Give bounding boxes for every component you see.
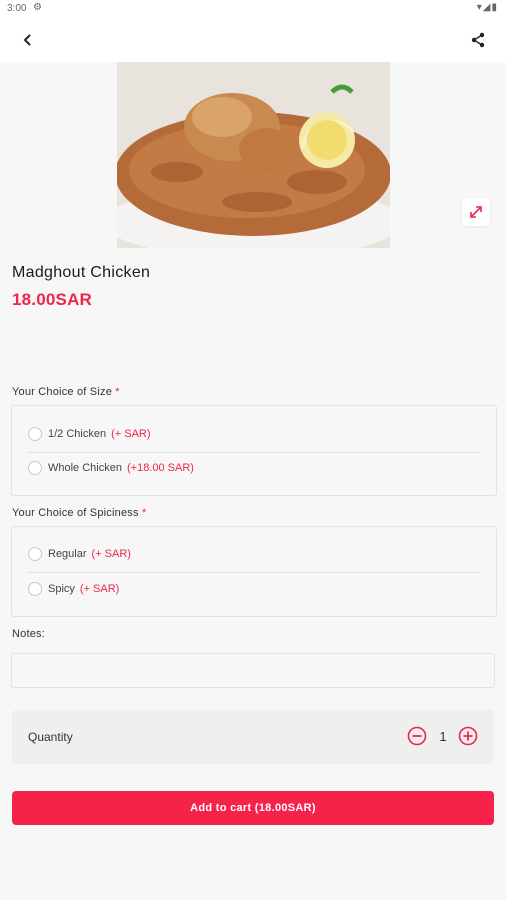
plus-circle-icon [458, 726, 478, 746]
share-icon [471, 32, 485, 48]
quantity-label: Quantity [28, 730, 73, 744]
option-price: (+18.00 SAR) [126, 462, 194, 474]
radio-button[interactable] [28, 582, 42, 596]
status-time: 3:00 [7, 3, 27, 14]
share-button[interactable] [468, 30, 488, 50]
option-label: Spicy [48, 583, 75, 595]
quantity-value: 1 [439, 729, 447, 744]
size-option-half[interactable]: 1/2 Chicken (+ SAR) [28, 419, 480, 449]
minus-circle-icon [407, 726, 427, 746]
required-mark: * [141, 507, 147, 519]
product-image [117, 62, 390, 248]
product-title: Madghout Chicken [12, 264, 151, 281]
size-option-whole[interactable]: Whole Chicken (+18.00 SAR) [28, 453, 480, 483]
wifi-battery-icon: ▾◢▮ [476, 2, 498, 13]
option-price: (+ SAR) [79, 583, 120, 595]
add-to-cart-button[interactable]: Add to cart (18.00SAR) [12, 791, 494, 825]
option-label: Regular [48, 548, 87, 560]
spiciness-label-text: Your Choice of Spiciness [12, 507, 139, 519]
spiciness-option-regular[interactable]: Regular (+ SAR) [28, 539, 480, 569]
option-label: Whole Chicken [48, 462, 122, 474]
required-mark: * [115, 386, 120, 398]
decrease-quantity-button[interactable] [407, 726, 427, 746]
notes-input[interactable] [11, 653, 495, 688]
option-label: 1/2 Chicken [48, 428, 107, 440]
option-price: (+ SAR) [91, 548, 131, 560]
gear-icon: ⚙ [33, 2, 42, 13]
option-price: (+ SAR) [111, 428, 151, 440]
divider [28, 572, 480, 573]
size-label-text: Your Choice of Size [12, 386, 113, 398]
expand-icon [470, 206, 482, 218]
size-section-label: Your Choice of Size * [12, 386, 120, 398]
quantity-card: Quantity 1 [12, 710, 494, 764]
spiciness-option-spicy[interactable]: Spicy (+ SAR) [28, 574, 480, 604]
toolbar [0, 18, 506, 62]
product-price: 18.00SAR [12, 290, 93, 309]
spiciness-options: Regular (+ SAR) Spicy (+ SAR) [11, 526, 497, 617]
arrow-left-icon [23, 34, 31, 46]
back-button[interactable] [18, 30, 38, 50]
radio-button[interactable] [28, 547, 42, 561]
radio-button[interactable] [28, 461, 42, 475]
status-bar: 3:00 ⚙ ▾◢▮ [0, 0, 506, 18]
increase-quantity-button[interactable] [458, 726, 478, 746]
notes-label: Notes: [12, 628, 45, 640]
expand-image-button[interactable] [462, 198, 490, 226]
size-options: 1/2 Chicken (+ SAR) Whole Chicken (+18.0… [11, 405, 497, 496]
spiciness-section-label: Your Choice of Spiciness * [12, 507, 146, 519]
radio-button[interactable] [28, 427, 42, 441]
